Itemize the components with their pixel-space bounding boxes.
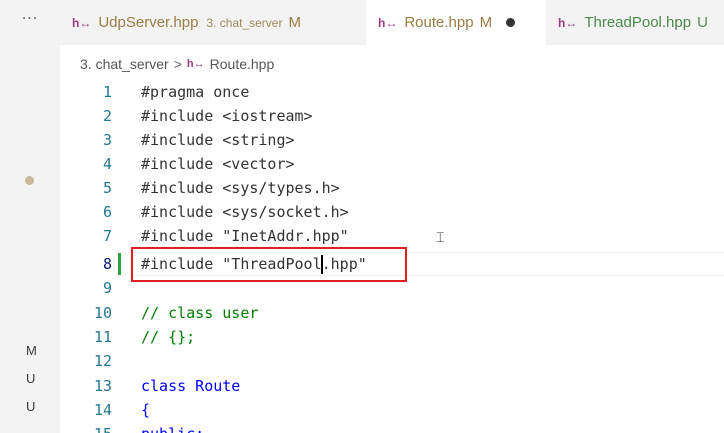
code-line: 4 #include <vector>: [60, 152, 724, 176]
line-number: 5: [102, 179, 112, 197]
line-number: 4: [102, 155, 112, 173]
code-line: 5 #include <sys/types.h>: [60, 176, 724, 200]
line-number: 2: [102, 107, 112, 125]
line-number: 1: [102, 83, 112, 101]
code-line: 11 // {};: [60, 325, 724, 349]
code-text: // {};: [141, 328, 196, 346]
code-text: #include <vector>: [141, 155, 295, 173]
code-text: #include <iostream>: [141, 107, 313, 125]
mouse-ibeam-cursor-icon: ⌶: [436, 230, 445, 246]
line-number: 7: [102, 227, 112, 245]
line-number: 6: [102, 203, 112, 221]
line-number: 9: [102, 279, 112, 297]
git-change-marker[interactable]: [118, 253, 121, 275]
line-number: 8: [102, 255, 112, 273]
code-text: #include <string>: [141, 131, 295, 149]
line-number: 3: [102, 131, 112, 149]
code-line: 3 #include <string>: [60, 128, 724, 152]
scm-status-u: U: [26, 399, 36, 414]
tab-route[interactable]: h↔ Route.hpp M: [366, 0, 546, 45]
tab-threadpool[interactable]: h↔ ThreadPool.hpp U: [546, 0, 724, 45]
tab-label: ThreadPool.hpp: [584, 14, 692, 31]
code-line: 10 // class user: [60, 301, 724, 325]
code-line: 1 #pragma once: [60, 80, 724, 104]
code-text: #include <sys/types.h>: [141, 179, 340, 197]
code-line: 7 #include "InetAddr.hpp": [60, 224, 724, 248]
code-line: 15 public:: [60, 422, 724, 433]
scm-status-u: U: [26, 371, 36, 386]
scm-status-m: M: [26, 343, 37, 358]
code-text: class Route: [141, 377, 241, 395]
tab-udpserver[interactable]: h↔ UdpServer.hpp 3. chat_server M: [60, 0, 366, 45]
code-text: #pragma once: [141, 83, 250, 101]
cpp-header-icon: h↔: [378, 15, 398, 30]
editor-tab-bar: h↔ UdpServer.hpp 3. chat_server M h↔ Rou…: [60, 0, 724, 45]
tab-label: Route.hpp: [404, 14, 474, 31]
unsaved-indicator-icon: [25, 176, 34, 185]
breadcrumb: 3. chat_server > h↔ Route.hpp: [80, 56, 274, 72]
more-actions-icon[interactable]: ···: [0, 0, 60, 38]
code-text: // class user: [141, 304, 259, 322]
tab-label: UdpServer.hpp: [98, 14, 199, 31]
code-line: 12: [60, 349, 724, 373]
tab-git-status: M: [479, 14, 493, 31]
cpp-header-icon: h↔: [72, 15, 92, 30]
unsaved-dot-icon[interactable]: [506, 18, 516, 27]
code-text: public:: [141, 425, 204, 433]
code-line: 14 {: [60, 398, 724, 422]
line-number: 15: [60, 425, 112, 433]
activity-sidebar: ··· M U U: [0, 0, 60, 433]
code-line: 6 #include <sys/socket.h>: [60, 200, 724, 224]
breadcrumb-folder[interactable]: 3. chat_server: [80, 56, 169, 72]
line-number: 12: [93, 352, 112, 370]
chevron-right-icon: >: [173, 56, 182, 72]
line-number: 11: [93, 328, 112, 346]
annotation-highlight-box: [131, 247, 407, 282]
tab-git-status: M: [288, 14, 301, 31]
line-number: 13: [93, 377, 112, 395]
tab-description: 3. chat_server: [206, 15, 283, 30]
tab-git-status: U: [697, 14, 708, 31]
code-line: 13 class Route: [60, 374, 724, 398]
breadcrumb-file[interactable]: Route.hpp: [210, 56, 275, 72]
code-text: #include "InetAddr.hpp": [141, 227, 349, 245]
line-number: 14: [93, 401, 112, 419]
cpp-header-icon: h↔: [558, 15, 578, 30]
code-text: {: [141, 401, 151, 419]
cpp-header-icon: h↔: [186, 58, 205, 70]
line-number: 10: [93, 304, 112, 322]
code-text: #include <sys/socket.h>: [141, 203, 349, 221]
code-line: 2 #include <iostream>: [60, 104, 724, 128]
